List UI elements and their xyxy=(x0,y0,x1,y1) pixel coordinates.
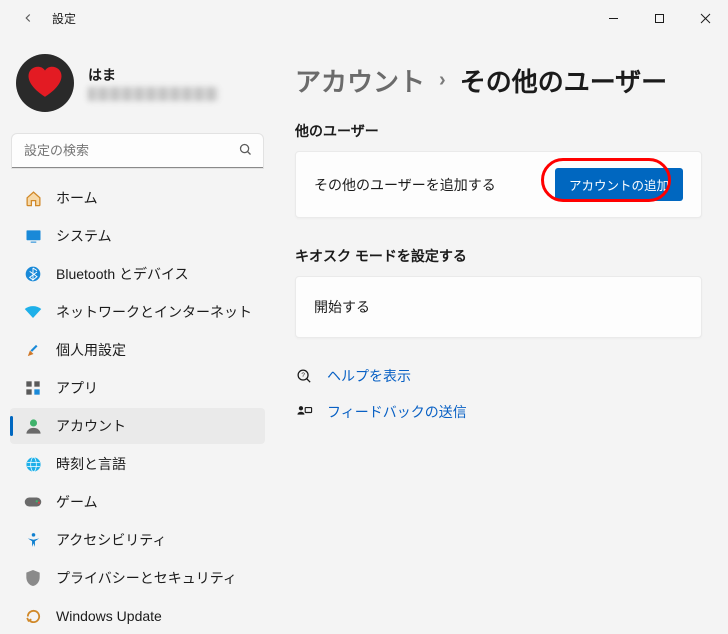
accessibility-icon xyxy=(24,531,42,549)
search-icon xyxy=(238,142,253,160)
feedback-link-row[interactable]: フィードバックの送信 xyxy=(295,402,702,422)
nav-personalization[interactable]: 個人用設定 xyxy=(10,332,265,368)
nav-system[interactable]: システム xyxy=(10,218,265,254)
search-input[interactable] xyxy=(12,134,263,168)
nav-bluetooth[interactable]: Bluetooth とデバイス xyxy=(10,256,265,292)
update-icon xyxy=(24,607,42,625)
help-icon: ? xyxy=(295,367,313,385)
nav-time-language[interactable]: 時刻と言語 xyxy=(10,446,265,482)
help-link-row[interactable]: ? ヘルプを表示 xyxy=(295,366,702,386)
card-kiosk[interactable]: 開始する xyxy=(295,276,702,338)
brush-icon xyxy=(24,341,42,359)
nav-network[interactable]: ネットワークとインターネット xyxy=(10,294,265,330)
home-icon xyxy=(24,189,42,207)
kiosk-start-text: 開始する xyxy=(314,297,370,317)
maximize-button[interactable] xyxy=(636,2,682,34)
main-pane: アカウント › その他のユーザー 他のユーザー その他のユーザーを追加する アカ… xyxy=(275,36,728,609)
person-icon xyxy=(24,417,42,435)
shield-icon xyxy=(24,569,42,587)
nav-gaming[interactable]: ゲーム xyxy=(10,484,265,520)
minimize-button[interactable] xyxy=(590,2,636,34)
avatar xyxy=(16,54,74,112)
back-button[interactable] xyxy=(18,8,38,28)
section-kiosk-title: キオスク モードを設定する xyxy=(295,246,702,266)
page-title: その他のユーザー xyxy=(460,62,667,99)
bluetooth-icon xyxy=(24,265,42,283)
search-box[interactable] xyxy=(12,134,263,168)
nav-accessibility[interactable]: アクセシビリティ xyxy=(10,522,265,558)
system-icon xyxy=(24,227,42,245)
nav-list: ホーム システム Bluetooth とデバイス ネットワークとインターネット … xyxy=(10,180,265,634)
nav-privacy[interactable]: プライバシーとセキュリティ xyxy=(10,560,265,596)
breadcrumb: アカウント › その他のユーザー xyxy=(295,62,702,99)
gamepad-icon xyxy=(24,493,42,511)
profile-name: はま xyxy=(88,65,218,85)
profile-block[interactable]: はま xyxy=(10,46,265,128)
wifi-icon xyxy=(24,303,42,321)
titlebar: 設定 xyxy=(0,0,728,36)
chevron-right-icon: › xyxy=(439,69,446,92)
help-link[interactable]: ヘルプを表示 xyxy=(327,366,411,386)
add-other-user-text: その他のユーザーを追加する xyxy=(314,175,496,195)
feedback-icon xyxy=(295,403,313,421)
close-button[interactable] xyxy=(682,2,728,34)
apps-icon xyxy=(24,379,42,397)
feedback-link[interactable]: フィードバックの送信 xyxy=(327,402,467,422)
nav-accounts[interactable]: アカウント xyxy=(10,408,265,444)
card-add-other-user: その他のユーザーを追加する アカウントの追加 xyxy=(295,151,702,218)
nav-windows-update[interactable]: Windows Update xyxy=(10,598,265,634)
window-title: 設定 xyxy=(52,10,76,27)
profile-email-obscured xyxy=(88,87,218,101)
sidebar: はま ホーム システム Bluetooth とデバイス ネットワークとインターネ… xyxy=(0,36,275,609)
nav-apps[interactable]: アプリ xyxy=(10,370,265,406)
add-account-button[interactable]: アカウントの追加 xyxy=(555,168,683,201)
section-other-users-title: 他のユーザー xyxy=(295,121,702,141)
breadcrumb-parent[interactable]: アカウント xyxy=(295,62,425,99)
nav-home[interactable]: ホーム xyxy=(10,180,265,216)
globe-icon xyxy=(24,455,42,473)
svg-text:?: ? xyxy=(301,372,305,379)
